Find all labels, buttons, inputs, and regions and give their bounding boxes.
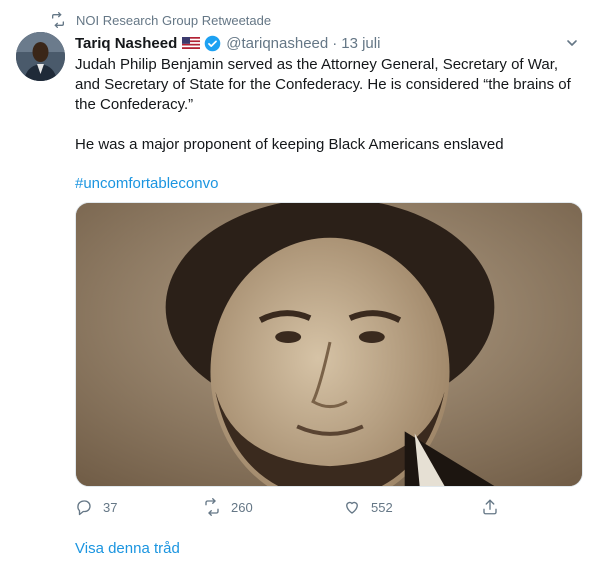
tweet-header: Tariq Nasheed @tariqnasheed · 13 juli bbox=[75, 33, 584, 53]
retweet-context-text: NOI Research Group Retweetade bbox=[76, 12, 272, 28]
like-count: 552 bbox=[371, 499, 393, 515]
show-thread-link[interactable]: Visa denna tråd bbox=[75, 540, 180, 557]
share-icon bbox=[483, 499, 497, 515]
hashtag-link[interactable]: #uncomfortableconvo bbox=[75, 174, 218, 194]
share-button[interactable] bbox=[481, 498, 509, 516]
like-button[interactable]: 552 bbox=[343, 498, 393, 516]
author-name[interactable]: Tariq Nasheed bbox=[75, 35, 177, 52]
verified-badge-icon bbox=[204, 35, 221, 51]
author-handle[interactable]: @tariqnasheed bbox=[226, 35, 328, 52]
tweet-actions: 37 260 552 bbox=[75, 498, 525, 520]
retweet-count: 260 bbox=[231, 499, 253, 515]
avatar[interactable] bbox=[16, 32, 65, 81]
retweet-icon bbox=[52, 12, 64, 28]
retweet-button[interactable]: 260 bbox=[203, 498, 253, 516]
retweet-icon bbox=[205, 498, 219, 516]
reply-icon bbox=[77, 500, 91, 516]
chevron-down-icon[interactable] bbox=[564, 35, 580, 51]
us-flag-icon bbox=[182, 37, 201, 49]
separator-dot: · bbox=[332, 34, 338, 52]
tweet-paragraph-2: He was a major proponent of keeping Blac… bbox=[75, 136, 504, 153]
reply-button[interactable]: 37 bbox=[75, 498, 117, 516]
heart-icon bbox=[346, 501, 358, 514]
tweet-photo[interactable] bbox=[75, 202, 583, 487]
retweet-context[interactable]: NOI Research Group Retweetade bbox=[50, 11, 271, 29]
tweet-text: Judah Philip Benjamin served as the Atto… bbox=[75, 55, 585, 115]
reply-count: 37 bbox=[103, 499, 118, 515]
tweet-date[interactable]: 13 juli bbox=[341, 35, 380, 52]
tweet-paragraph-1: Judah Philip Benjamin served as the Atto… bbox=[75, 56, 571, 113]
